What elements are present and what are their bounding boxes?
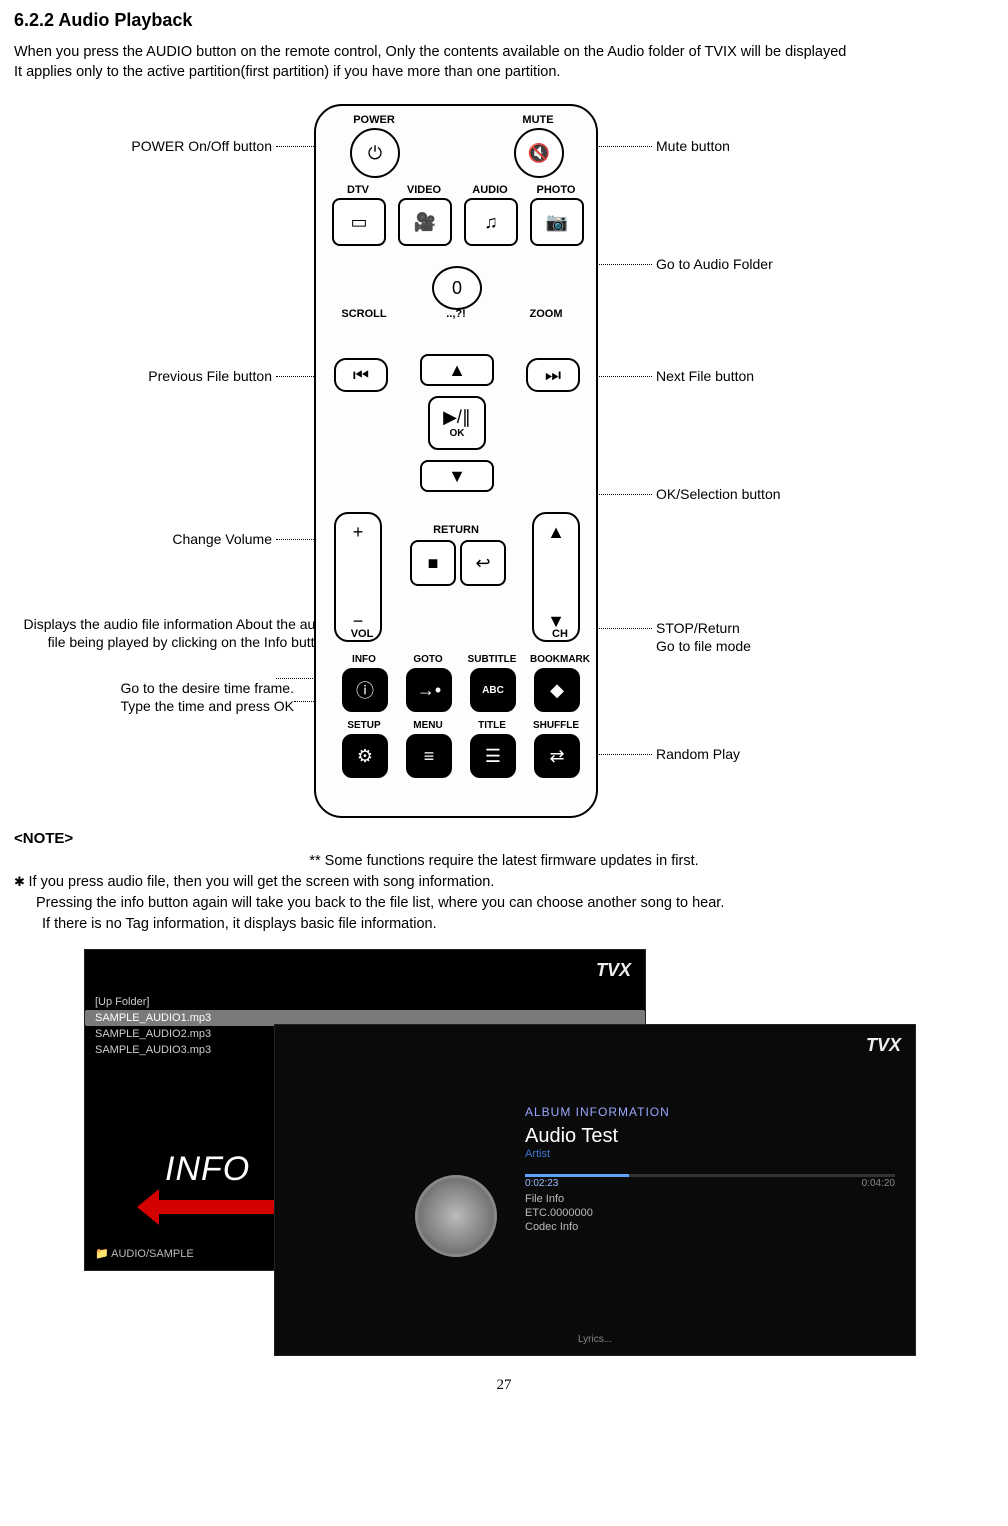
album-title: Audio Test	[525, 1125, 895, 1148]
label-zoom: ZOOM	[516, 308, 576, 320]
callout-prev: Previous File button	[14, 368, 272, 386]
label-goto: GOTO	[402, 654, 454, 665]
callout-power: POWER On/Off button	[14, 138, 272, 156]
label-setup: SETUP	[338, 720, 390, 731]
album-info-panel: ALBUM INFORMATION Audio Test Artist 0:02…	[525, 1105, 895, 1315]
stop-button[interactable]: ■	[410, 540, 456, 586]
note-bullet-3: If there is no Tag information, it displ…	[42, 914, 994, 935]
return-button[interactable]: ↩	[460, 540, 506, 586]
file-info-label: File Info	[525, 1193, 895, 1205]
callout-goto: Go to the desire time frame. Type the ti…	[14, 680, 294, 715]
return-icon: ↩	[475, 553, 490, 574]
channel-rocker[interactable]: ▲ ▼	[532, 512, 580, 642]
album-info-screen: TVX ALBUM INFORMATION Audio Test Artist …	[274, 1024, 916, 1356]
subtitle-button[interactable]: ABC	[470, 668, 516, 712]
progress-bar	[525, 1174, 895, 1177]
page-number: 27	[14, 1377, 994, 1394]
brand-logo: TVX	[866, 1035, 901, 1056]
info-button[interactable]: ⓘ	[342, 668, 388, 712]
callout-stop: STOP/Return Go to file mode	[656, 620, 876, 655]
folder-path: 📁 AUDIO/SAMPLE	[95, 1247, 194, 1260]
down-button[interactable]: ▼	[420, 460, 494, 492]
label-photo: PHOTO	[526, 184, 586, 196]
info-overlay-label: INFO	[165, 1150, 250, 1189]
label-scroll: SCROLL	[334, 308, 394, 320]
mute-button[interactable]: 🔇	[514, 128, 564, 178]
dtv-button[interactable]: ▭	[332, 198, 386, 246]
time-elapsed: 0:02:23	[525, 1178, 558, 1189]
label-bookmark: BOOKMARK	[530, 654, 582, 665]
label-power: POWER	[344, 114, 404, 126]
vol-plus-icon: +	[353, 522, 364, 543]
intro-line-2: It applies only to the active partition(…	[14, 63, 994, 83]
section-heading: 6.2.2 Audio Playback	[14, 10, 994, 31]
album-artist: Artist	[525, 1148, 895, 1160]
next-file-button[interactable]: ⏭	[526, 358, 580, 392]
speaker-icon	[415, 1175, 497, 1257]
callout-info: Displays the audio file information Abou…	[14, 616, 334, 651]
label-info: INFO	[338, 654, 390, 665]
setup-button[interactable]: ⚙	[342, 734, 388, 778]
label-video: VIDEO	[394, 184, 454, 196]
label-return: RETURN	[426, 524, 486, 536]
volume-rocker[interactable]: + −	[334, 512, 382, 642]
intro-line-1: When you press the AUDIO button on the r…	[14, 43, 994, 63]
shuffle-button[interactable]: ⇄	[534, 734, 580, 778]
prev-file-button[interactable]: ⏮	[334, 358, 388, 392]
goto-button[interactable]: →•	[406, 668, 452, 712]
etc-label: ETC.0000000	[525, 1207, 895, 1219]
zero-button[interactable]: 0	[432, 266, 482, 310]
folder-path-text: AUDIO/SAMPLE	[111, 1248, 194, 1260]
label-mute: MUTE	[508, 114, 568, 126]
photo-button[interactable]: 📷	[530, 198, 584, 246]
callout-volume: Change Volume	[14, 531, 272, 549]
callout-mute: Mute button	[656, 138, 856, 156]
video-button[interactable]: 🎥	[398, 198, 452, 246]
intro-text: When you press the AUDIO button on the r…	[14, 43, 994, 82]
lyrics-label: Lyrics...	[578, 1334, 612, 1345]
codec-label: Codec Info	[525, 1221, 895, 1233]
brand-logo: TVX	[596, 960, 631, 981]
menu-button[interactable]: ≡	[406, 734, 452, 778]
callout-audio-folder: Go to Audio Folder	[656, 256, 856, 274]
note-bullet-1: If you press audio file, then you will g…	[14, 872, 994, 893]
screenshot-composite: TVX [Up Folder] SAMPLE_AUDIO1.mp3 SAMPLE…	[84, 949, 964, 1369]
label-ch: CH	[530, 628, 590, 640]
note-heading: <NOTE>	[14, 830, 994, 847]
callout-stop-line2: Go to file mode	[656, 638, 876, 656]
progress-fill	[525, 1174, 629, 1177]
ok-label: OK	[450, 428, 465, 439]
audio-button[interactable]: ♫	[464, 198, 518, 246]
callout-stop-line1: STOP/Return	[656, 620, 876, 638]
info-arrow-icon	[159, 1200, 279, 1214]
label-vol: VOL	[332, 628, 392, 640]
remote-diagram: POWER On/Off button Previous File button…	[14, 96, 994, 816]
callout-goto-line1: Go to the desire time frame.	[14, 680, 294, 698]
bookmark-button[interactable]: ◆	[534, 668, 580, 712]
label-menu: MENU	[402, 720, 454, 731]
label-subtitle: SUBTITLE	[466, 654, 518, 665]
callout-goto-line2: Type the time and press OK	[14, 698, 294, 716]
callout-next: Next File button	[656, 368, 856, 386]
note-firmware: ** Some functions require the latest fir…	[14, 851, 994, 872]
time-total: 0:04:20	[862, 1178, 895, 1189]
album-header: ALBUM INFORMATION	[525, 1105, 895, 1119]
power-button[interactable]: ⏻	[350, 128, 400, 178]
stop-icon: ■	[428, 553, 439, 574]
ok-play-button[interactable]: ▶/∥ OK	[428, 396, 486, 450]
callout-ok: OK/Selection button	[656, 486, 876, 504]
remote-body: POWER MUTE ⏻ 🔇 DTV VIDEO AUDIO PHOTO ▭ 🎥…	[314, 104, 598, 818]
label-shuffle: SHUFFLE	[530, 720, 582, 731]
note-bullet-2: Pressing the info button again will take…	[36, 893, 994, 914]
up-button[interactable]: ▲	[420, 354, 494, 386]
title-button[interactable]: ☰	[470, 734, 516, 778]
ch-up-icon: ▲	[547, 522, 565, 543]
label-title: TITLE	[466, 720, 518, 731]
up-folder: [Up Folder]	[85, 994, 645, 1010]
callout-random: Random Play	[656, 746, 856, 764]
play-pause-icon: ▶/∥	[443, 407, 471, 428]
label-dtv: DTV	[328, 184, 388, 196]
label-audio: AUDIO	[460, 184, 520, 196]
